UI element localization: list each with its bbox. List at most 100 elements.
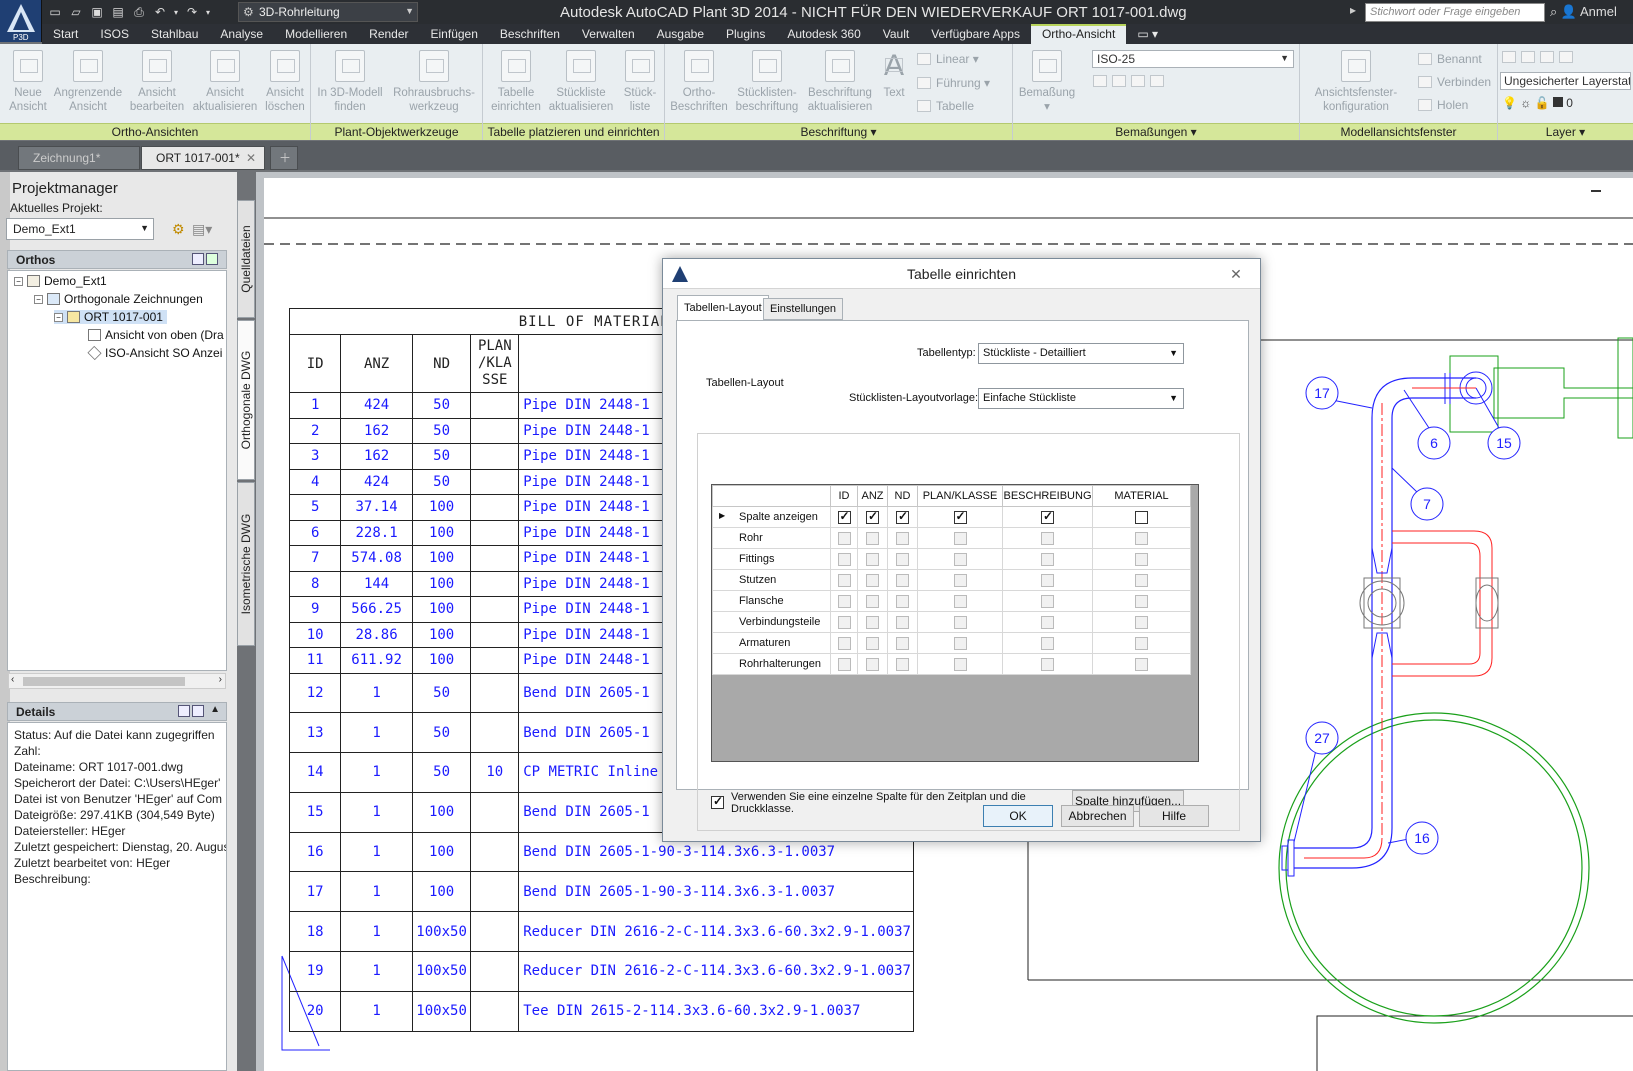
bom-row[interactable]: 18 1 100x50 Reducer DIN 2616-2-C-114.3x3.6-… bbox=[288, 911, 914, 953]
lock-icon[interactable]: 🔓 bbox=[1535, 96, 1550, 110]
tree-node-ortho-folder[interactable]: − Orthogonale Zeichnungen bbox=[34, 292, 203, 306]
edit-view-button[interactable]: Ansicht bearbeiten bbox=[126, 50, 188, 114]
ribbon-group-title[interactable]: Layer ▾ bbox=[1498, 123, 1633, 140]
layer-select[interactable]: 💡 ☼ 🔓 0 bbox=[1502, 96, 1573, 110]
ribbon-tab-modellieren[interactable]: Modellieren bbox=[274, 24, 358, 44]
table-button[interactable]: Tabelle bbox=[917, 99, 974, 113]
column-visible-checkbox[interactable] bbox=[837, 509, 851, 524]
grid-row[interactable]: Flansche bbox=[712, 590, 1191, 612]
ribbon-tab-isos[interactable]: ISOS bbox=[89, 24, 140, 44]
grid-row[interactable]: Stutzen bbox=[712, 569, 1191, 591]
ok-button[interactable]: OK bbox=[983, 805, 1053, 827]
binoculars-icon[interactable]: ⌕ bbox=[1550, 4, 1557, 19]
pipe-break-button[interactable]: Rohrausbruchs-werkzeug bbox=[387, 50, 481, 114]
ribbon-group-title[interactable]: Bemaßungen ▾ bbox=[1013, 123, 1299, 140]
grid-column-header[interactable]: ND bbox=[887, 485, 918, 507]
scroll-left-icon[interactable]: ‹ bbox=[11, 674, 14, 685]
undo-dropdown-icon[interactable]: ▾ bbox=[172, 3, 180, 21]
viewport-config-button[interactable]: Ansichtsfenster-konfiguration bbox=[1308, 50, 1404, 114]
save-as-icon[interactable]: ▤ bbox=[109, 3, 127, 21]
update-label-button[interactable]: Beschriftung aktualisieren bbox=[803, 50, 877, 114]
ribbon-tab-autodesk-360[interactable]: Autodesk 360 bbox=[776, 24, 871, 44]
open-folder-icon[interactable]: ▱ bbox=[67, 3, 85, 21]
linear-button[interactable]: Linear ▾ bbox=[917, 52, 979, 66]
balloon[interactable]: 16 bbox=[1405, 821, 1439, 855]
dimension-style-select[interactable]: ISO-25 ▼ bbox=[1092, 50, 1294, 68]
close-icon[interactable]: ✕ bbox=[246, 147, 256, 169]
column-visible-checkbox[interactable] bbox=[1135, 510, 1148, 524]
dim-tool-icon[interactable] bbox=[1150, 75, 1164, 87]
bom-row[interactable]: 17 1 100 Bend DIN 2605-1-90-3-114.3x6.3-1.0… bbox=[288, 871, 914, 913]
grid-column-header[interactable]: PLAN/KLASSE bbox=[917, 485, 1003, 507]
balloon[interactable]: 17 bbox=[1305, 376, 1339, 410]
grid-column-header[interactable]: ID bbox=[830, 485, 858, 507]
grid-row[interactable]: Fittings bbox=[712, 548, 1191, 570]
search-input[interactable]: Stichwort oder Frage eingeben bbox=[1365, 3, 1545, 22]
doc-tab-ort-1017-001[interactable]: ORT 1017-001* ✕ bbox=[141, 146, 265, 170]
sun-icon[interactable]: ☼ bbox=[1520, 96, 1531, 110]
new-view-button[interactable]: Neue Ansicht bbox=[4, 50, 52, 114]
side-tab-iso-dwg[interactable]: Isometrische DWG bbox=[237, 482, 255, 646]
ribbon-tab-analyse[interactable]: Analyse bbox=[209, 24, 274, 44]
grid-row[interactable]: Armaturen bbox=[712, 632, 1191, 654]
restore-button[interactable]: Holen bbox=[1418, 98, 1468, 112]
balloon[interactable]: 7 bbox=[1410, 487, 1444, 521]
template-select[interactable]: Einfache Stückliste ▼ bbox=[978, 388, 1184, 409]
new-file-icon[interactable]: ▭ bbox=[46, 3, 64, 21]
ribbon-group-title[interactable]: Beschriftung ▾ bbox=[665, 123, 1012, 140]
adjacent-view-button[interactable]: Angrenzende Ansicht bbox=[52, 50, 124, 114]
preview-icon[interactable] bbox=[192, 705, 204, 717]
column-visible-checkbox[interactable] bbox=[953, 509, 967, 524]
save-icon[interactable]: ▣ bbox=[88, 3, 106, 21]
project-tools-icon[interactable]: ⚙ bbox=[172, 221, 185, 238]
layer-tool-icon[interactable] bbox=[1559, 51, 1573, 63]
collapse-icon[interactable]: − bbox=[14, 277, 23, 286]
ribbon-tab-verwalten[interactable]: Verwalten bbox=[571, 24, 646, 44]
dialog-title-bar[interactable]: Tabelle einrichten ✕ bbox=[663, 259, 1260, 289]
ribbon-tab-start[interactable]: Start bbox=[42, 24, 89, 44]
side-tab-ortho-dwg[interactable]: Orthogonale DWG bbox=[237, 320, 255, 480]
layer-tool-icon[interactable] bbox=[1502, 51, 1516, 63]
lightbulb-icon[interactable]: 💡 bbox=[1502, 96, 1517, 110]
refresh-icon[interactable] bbox=[206, 253, 218, 265]
project-settings-icon[interactable]: ▤▾ bbox=[192, 221, 212, 238]
grid-row[interactable]: Verbindungsteile bbox=[712, 611, 1191, 633]
join-button[interactable]: Verbinden bbox=[1418, 75, 1491, 89]
table-type-select[interactable]: Stückliste - Detailliert ▼ bbox=[978, 343, 1184, 364]
bom-row[interactable]: 19 1 100x50 Reducer DIN 2616-2-C-114.3x3.6-… bbox=[288, 951, 914, 992]
new-tab-button[interactable]: ＋ bbox=[270, 146, 298, 170]
find-in-3d-button[interactable]: In 3D-Modell finden bbox=[313, 50, 387, 114]
side-tab-source-files[interactable]: Quelldateien bbox=[237, 200, 255, 318]
setup-table-button[interactable]: Tabelle einrichten bbox=[487, 50, 545, 114]
column-visible-checkbox[interactable] bbox=[1041, 509, 1054, 524]
collapse-icon[interactable]: − bbox=[34, 295, 43, 304]
grid-row[interactable]: Rohr bbox=[712, 527, 1191, 549]
balloon[interactable]: 27 bbox=[1305, 721, 1339, 755]
ribbon-tab-vault[interactable]: Vault bbox=[872, 24, 920, 44]
collapse-arrow-icon[interactable]: ▲ bbox=[210, 704, 220, 715]
ribbon-tab-stahlbau[interactable]: Stahlbau bbox=[140, 24, 209, 44]
grid-column-header[interactable]: ANZ bbox=[857, 485, 888, 507]
ribbon-tab-beschriften[interactable]: Beschriften bbox=[489, 24, 571, 44]
cancel-button[interactable]: Abbrechen bbox=[1061, 805, 1134, 827]
named-button[interactable]: Benannt bbox=[1418, 52, 1482, 66]
ortho-labels-button[interactable]: Ortho-Beschriften bbox=[667, 50, 731, 114]
layer-tools-row[interactable] bbox=[1502, 50, 1578, 64]
tree-node-view-iso[interactable]: ISO-Ansicht SO Anzei bbox=[87, 345, 222, 361]
doc-tab-zeichnung1[interactable]: Zeichnung1* bbox=[18, 146, 140, 170]
print-icon[interactable]: ⎙ bbox=[130, 3, 148, 21]
grid-column-header[interactable]: BESCHREIBUNG bbox=[1002, 485, 1093, 507]
dim-tool-icon[interactable] bbox=[1093, 75, 1107, 87]
single-column-checkbox[interactable] bbox=[711, 794, 724, 809]
expand-icon[interactable]: ▸ bbox=[1350, 3, 1356, 17]
update-bom-button[interactable]: Stückliste aktualisieren bbox=[545, 50, 617, 114]
tab-table-layout[interactable]: Tabellen-Layout bbox=[677, 295, 769, 321]
close-button[interactable]: ✕ bbox=[1222, 265, 1250, 283]
tree-horizontal-scrollbar[interactable]: ‹ › bbox=[8, 673, 226, 689]
part-list-button[interactable]: Stück-liste bbox=[619, 50, 661, 114]
login-area[interactable]: ⌕ 👤 Anmel bbox=[1550, 4, 1617, 20]
scroll-thumb[interactable] bbox=[23, 677, 185, 686]
layer-state-select[interactable]: Ungesicherter Layerstatus bbox=[1500, 72, 1631, 90]
tab-settings[interactable]: Einstellungen bbox=[763, 298, 844, 320]
leader-button[interactable]: Führung ▾ bbox=[917, 76, 990, 90]
